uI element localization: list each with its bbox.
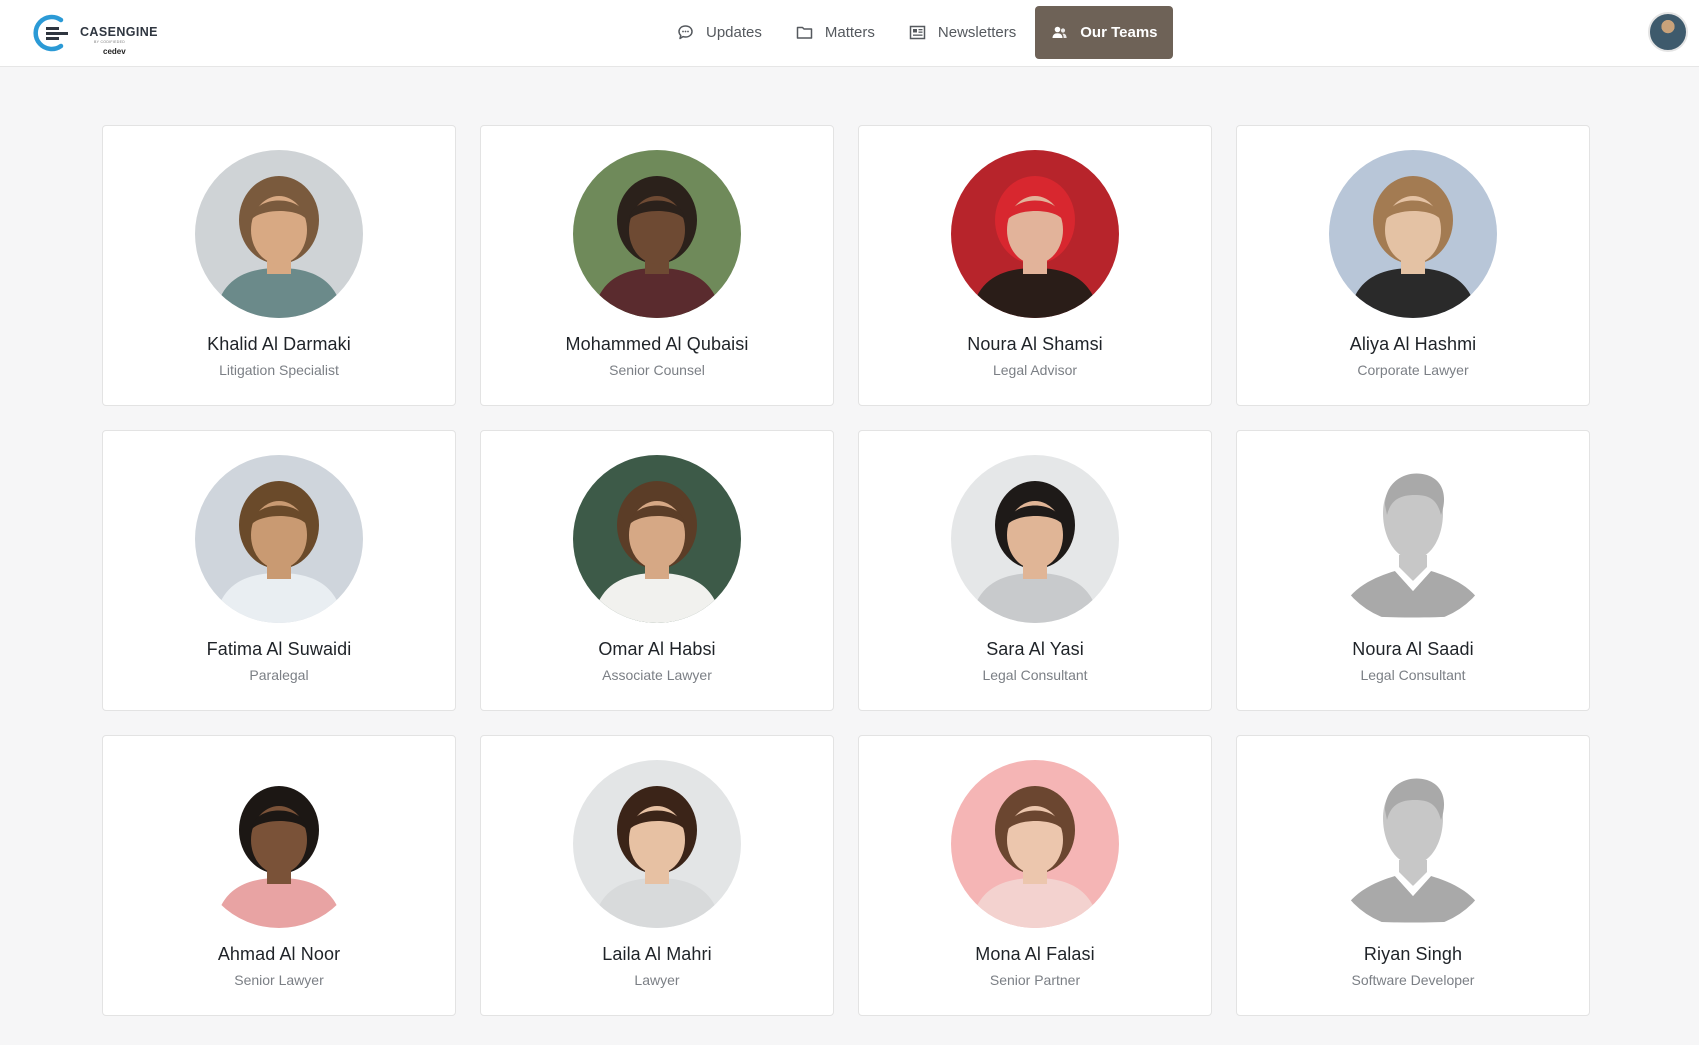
nav-updates-label: Updates: [706, 24, 762, 41]
team-member-card[interactable]: Omar Al Habsi Associate Lawyer: [480, 430, 834, 711]
member-photo: [951, 150, 1119, 318]
member-name: Ahmad Al Noor: [217, 944, 341, 964]
newspaper-icon: [909, 25, 926, 40]
team-icon: [1052, 26, 1067, 38]
brand-name: CASENGINE: [80, 25, 158, 39]
member-role: Litigation Specialist: [219, 362, 339, 378]
member-photo: [195, 760, 363, 928]
brand-tagline: BY CODIFIEDED: [94, 40, 126, 44]
team-member-card[interactable]: Mohammed Al Qubaisi Senior Counsel: [480, 125, 834, 406]
default-avatar: [1329, 760, 1497, 928]
team-member-card[interactable]: Mona Al Falasi Senior Partner: [858, 735, 1212, 1016]
member-name: Noura Al Shamsi: [967, 334, 1103, 354]
profile-photo: [573, 455, 741, 623]
member-name: Khalid Al Darmaki: [207, 334, 351, 354]
member-role: Legal Consultant: [982, 667, 1088, 683]
member-role: Software Developer: [1351, 972, 1475, 988]
nav-newsletters[interactable]: Newsletters: [892, 6, 1033, 59]
team-member-card[interactable]: Aliya Al Hashmi Corporate Lawyer: [1236, 125, 1590, 406]
team-member-card[interactable]: Riyan Singh Software Developer: [1236, 735, 1590, 1016]
main-nav: Updates Matters Newsletters Our Teams: [660, 6, 1173, 59]
team-member-card[interactable]: Fatima Al Suwaidi Paralegal: [102, 430, 456, 711]
member-name: Mohammed Al Qubaisi: [565, 334, 749, 354]
member-name: Aliya Al Hashmi: [1349, 334, 1477, 354]
member-name: Noura Al Saadi: [1352, 639, 1474, 659]
profile-photo: [195, 760, 363, 928]
member-name: Mona Al Falasi: [975, 944, 1095, 964]
member-photo: [573, 150, 741, 318]
chat-bubble-icon: [678, 25, 693, 40]
member-photo: [573, 455, 741, 623]
profile-photo: [573, 760, 741, 928]
nav-our-teams-label: Our Teams: [1080, 24, 1158, 41]
member-role: Legal Advisor: [992, 362, 1078, 378]
default-avatar-icon: [1329, 455, 1497, 623]
member-name: Sara Al Yasi: [986, 639, 1084, 659]
team-member-card[interactable]: Ahmad Al Noor Senior Lawyer: [102, 735, 456, 1016]
member-role: Senior Counsel: [609, 362, 705, 378]
member-photo: [951, 455, 1119, 623]
member-photo: [195, 150, 363, 318]
default-avatar: [1329, 455, 1497, 623]
user-avatar[interactable]: [1648, 12, 1688, 52]
profile-photo: [951, 760, 1119, 928]
member-name: Riyan Singh: [1363, 944, 1463, 964]
team-grid: Khalid Al Darmaki Litigation Specialist Mo…: [102, 125, 1590, 1016]
profile-photo: [1329, 150, 1497, 318]
member-photo: [951, 760, 1119, 928]
member-role: Corporate Lawyer: [1357, 362, 1469, 378]
member-role: Legal Consultant: [1360, 667, 1466, 683]
member-photo: [1329, 150, 1497, 318]
workspace-name: cedev: [103, 47, 126, 56]
member-role: Paralegal: [249, 667, 309, 683]
profile-photo: [195, 150, 363, 318]
team-member-card[interactable]: Laila Al Mahri Lawyer: [480, 735, 834, 1016]
member-role: Associate Lawyer: [602, 667, 712, 683]
team-member-card[interactable]: Khalid Al Darmaki Litigation Specialist: [102, 125, 456, 406]
nav-updates[interactable]: Updates: [660, 6, 779, 59]
member-name: Omar Al Habsi: [598, 639, 716, 659]
member-photo: [573, 760, 741, 928]
default-avatar-icon: [1329, 760, 1497, 928]
profile-photo: [573, 150, 741, 318]
member-role: Senior Partner: [989, 972, 1081, 988]
member-name: Fatima Al Suwaidi: [206, 639, 352, 659]
member-photo: [195, 455, 363, 623]
folder-icon: [796, 26, 813, 39]
team-member-card[interactable]: Noura Al Shamsi Legal Advisor: [858, 125, 1212, 406]
casengine-logo-icon: [33, 14, 68, 52]
nav-matters[interactable]: Matters: [779, 6, 892, 59]
casengine-logo[interactable]: CASENGINE BY CODIFIEDED cedev: [32, 14, 172, 58]
profile-photo: [951, 150, 1119, 318]
member-role: Senior Lawyer: [234, 972, 324, 988]
profile-photo: [951, 455, 1119, 623]
member-role: Lawyer: [634, 972, 680, 988]
nav-our-teams[interactable]: Our Teams: [1035, 6, 1173, 59]
nav-matters-label: Matters: [824, 24, 875, 41]
top-navigation-bar: CASENGINE BY CODIFIEDED cedev Updates Ma…: [0, 0, 1699, 67]
team-member-card[interactable]: Sara Al Yasi Legal Consultant: [858, 430, 1212, 711]
member-name: Laila Al Mahri: [602, 944, 712, 964]
profile-photo: [195, 455, 363, 623]
team-member-card[interactable]: Noura Al Saadi Legal Consultant: [1236, 430, 1590, 711]
nav-newsletters-label: Newsletters: [937, 24, 1017, 41]
